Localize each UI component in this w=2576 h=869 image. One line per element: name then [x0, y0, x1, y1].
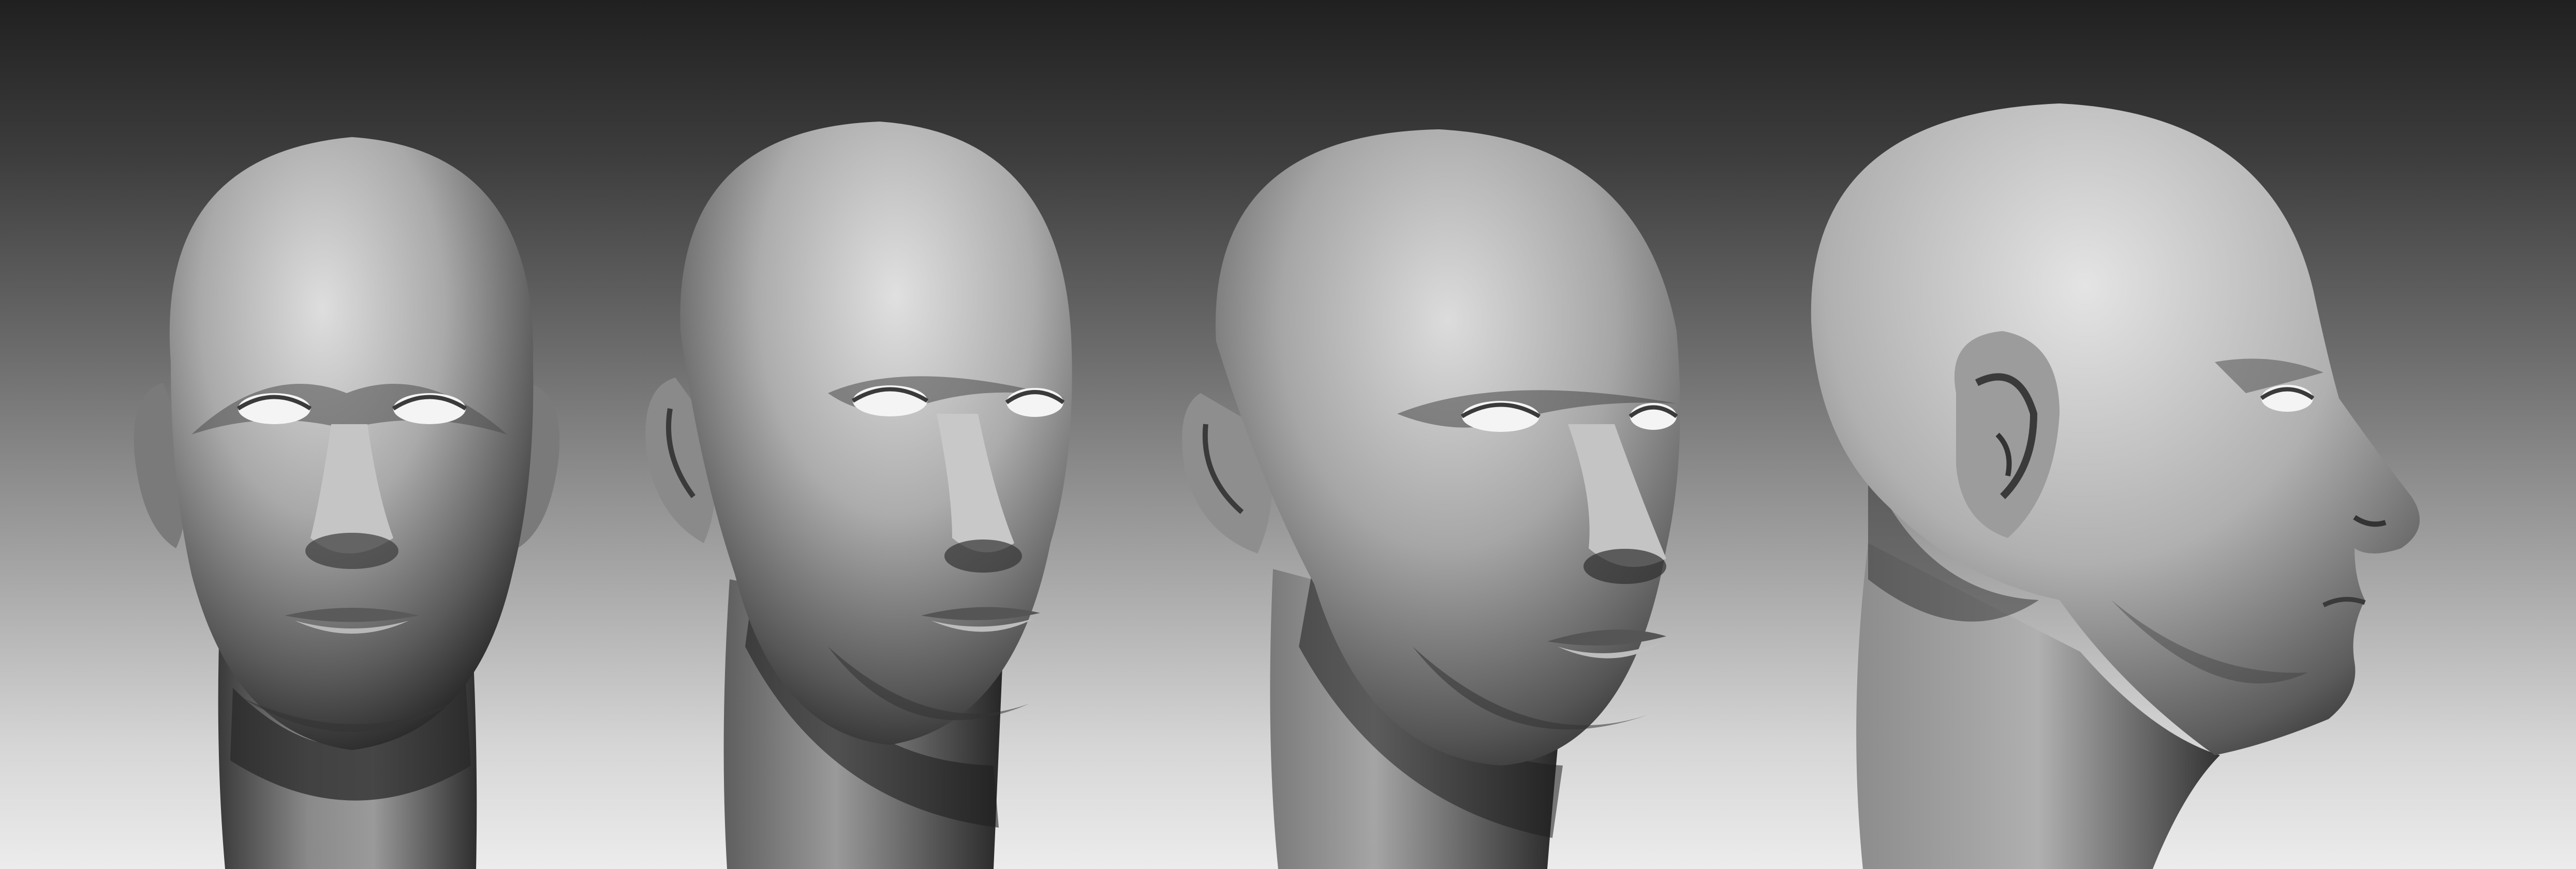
head-quarter-view: [621, 0, 1128, 869]
head-profile-icon: [1811, 103, 2420, 869]
sculpt-turnaround-canvas: [0, 0, 2576, 869]
head-front-view: [114, 0, 605, 869]
head-profile-view: [1790, 0, 2442, 869]
head-three-quarter-icon: [1182, 129, 1680, 869]
head-quarter-icon: [645, 122, 1072, 869]
head-front-icon: [134, 137, 560, 869]
head-three-quarter-view: [1169, 0, 1692, 869]
